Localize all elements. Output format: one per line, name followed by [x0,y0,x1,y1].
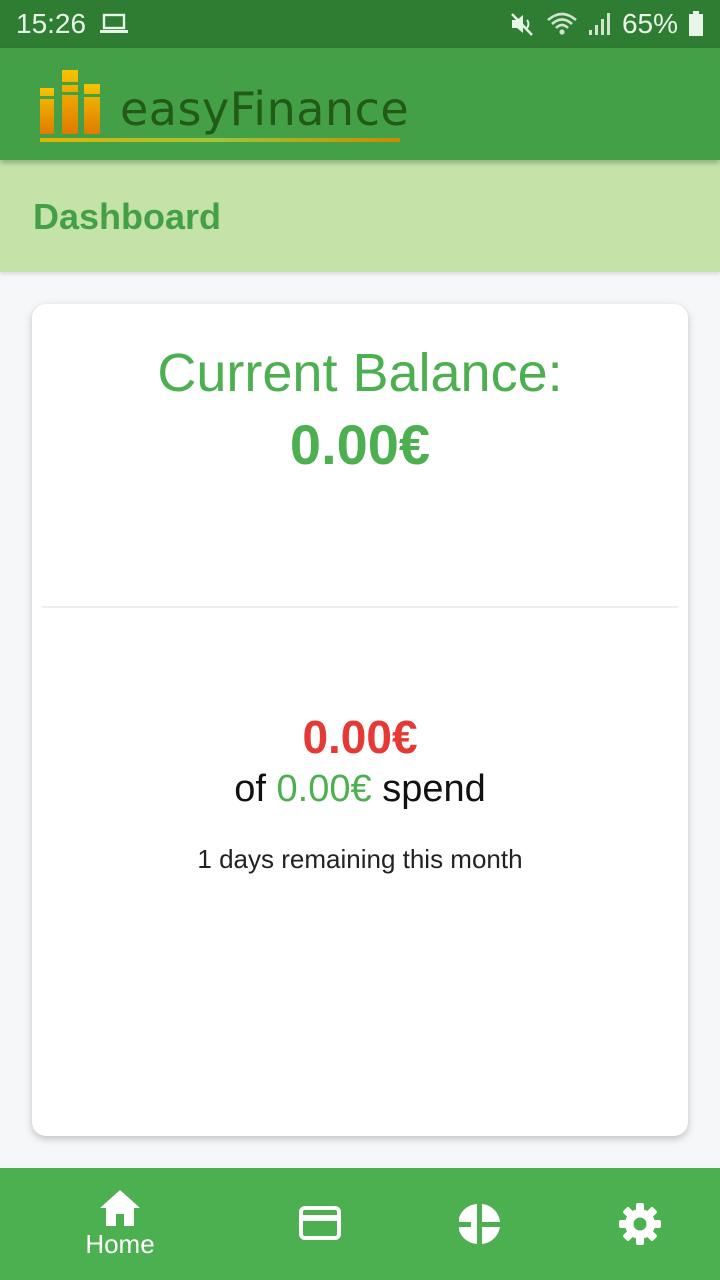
pie-chart-icon [459,1203,501,1245]
wifi-icon [546,11,578,37]
logo-bars-icon [40,70,100,134]
bottom-nav: Home [0,1168,720,1280]
nav-home-label: Home [85,1228,155,1259]
nav-transactions[interactable] [240,1168,400,1280]
balance-value: 0.00€ [289,413,431,476]
battery-icon [688,11,704,37]
app-header: easyFinance [0,48,720,160]
status-time: 15:26 [16,8,87,39]
laptop-icon [100,13,129,35]
battery-percent: 65% [621,8,678,39]
app-logo: easyFinance [38,70,410,148]
mute-icon [510,11,536,37]
nav-statistics[interactable] [400,1168,560,1280]
budget-total: 0.00€ [276,768,372,810]
budget-suffix: spend [382,768,486,810]
spent-amount: 0.00€ [302,711,418,763]
app-name: easyFinance [120,82,410,136]
home-icon [100,1189,140,1226]
signal-icon [588,12,612,36]
page-header: Dashboard [0,160,720,272]
days-remaining: 1 days remaining this month [197,844,523,874]
balance-label: Current Balance: [157,343,563,403]
nav-home[interactable]: Home [40,1168,200,1280]
budget-summary: of 0.00€ spend [32,768,688,811]
credit-card-icon [299,1206,341,1240]
logo-underline [40,138,400,142]
dashboard-card: Current Balance: 0.00€ 0.00€ of 0.00€ sp… [32,304,688,1136]
settings-icon [619,1203,661,1245]
nav-settings[interactable] [560,1168,720,1280]
card-divider [42,606,678,608]
page-title: Dashboard [33,196,222,237]
status-bar: 15:26 65% [0,0,720,48]
budget-prefix: of [234,768,266,810]
